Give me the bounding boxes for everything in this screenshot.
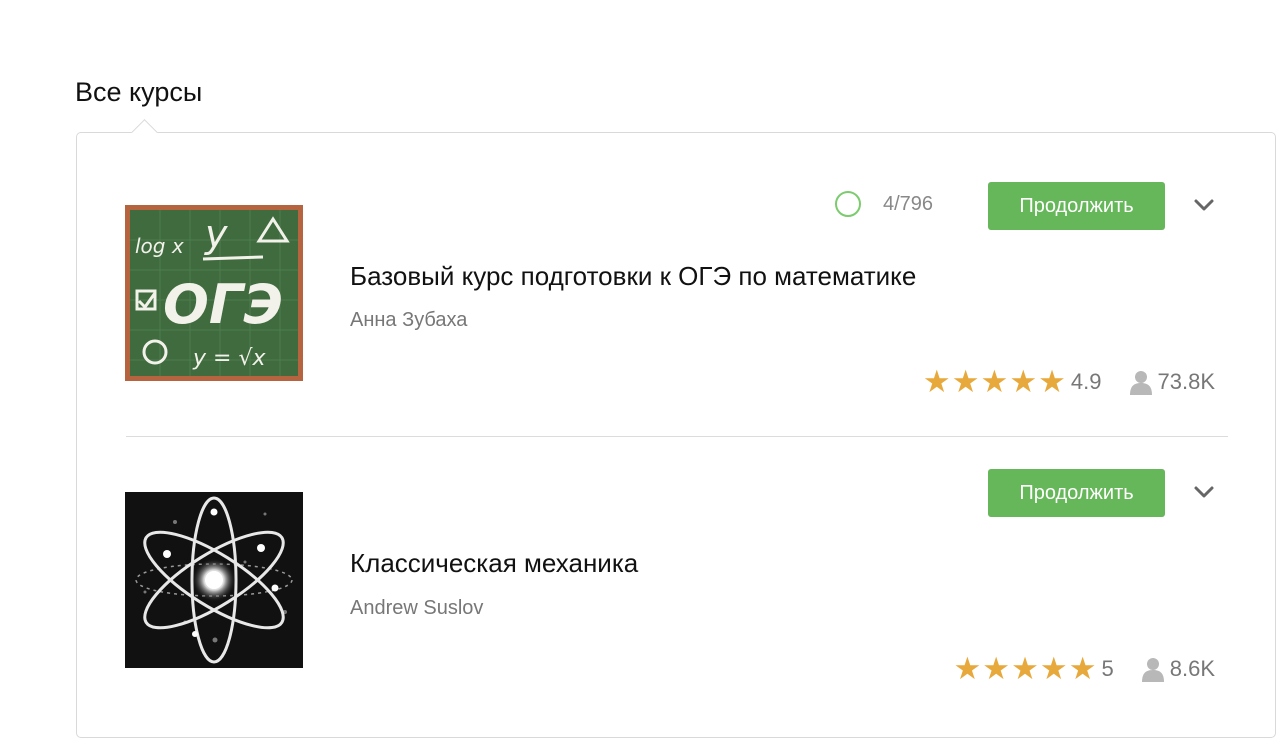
progress-count: 4/796: [883, 192, 934, 215]
course-stats: ★ ★ ★ ★ ★ 5 8.6K: [954, 653, 1216, 685]
rating-stars: ★ ★ ★ ★ ★: [923, 366, 1067, 398]
rating-value: 5: [1101, 656, 1114, 681]
chalkboard-icon: log x у ОГЭ у = √x: [125, 205, 303, 381]
star-icon: ★: [982, 651, 1011, 686]
atom-icon: [125, 492, 303, 668]
star-icon: ★: [1039, 651, 1068, 686]
thumbnail-text: у = √x: [192, 346, 266, 371]
star-icon: ★: [980, 364, 1009, 399]
star-icon: ★: [953, 651, 982, 686]
course-progress: 4/796: [835, 191, 933, 217]
person-icon: [1129, 371, 1152, 395]
star-icon: ★: [1068, 651, 1097, 686]
course-item: log x у ОГЭ у = √x 4/796 Продолжить Базо…: [77, 133, 1277, 436]
course-author[interactable]: Анна Зубаха: [350, 309, 467, 332]
progress-ring-icon: [835, 191, 861, 217]
star-icon: ★: [1011, 651, 1039, 686]
course-list-panel: log x у ОГЭ у = √x 4/796 Продолжить Базо…: [76, 132, 1276, 738]
thumbnail-text: у: [204, 212, 228, 256]
star-icon: ★: [1009, 364, 1038, 399]
learners-count: 73.8K: [1128, 369, 1216, 395]
course-thumbnail[interactable]: log x у ОГЭ у = √x: [125, 205, 303, 381]
thumbnail-text: log x: [135, 234, 184, 258]
continue-button[interactable]: Продолжить: [988, 182, 1165, 230]
course-title[interactable]: Базовый курс подготовки к ОГЭ по математ…: [350, 261, 916, 292]
expand-chevron-icon[interactable]: [1191, 479, 1217, 505]
learners-value: 8.6K: [1169, 656, 1215, 681]
star-icon: ★: [922, 364, 951, 399]
course-author[interactable]: Andrew Suslov: [350, 597, 483, 620]
rating-value: 4.9: [1070, 369, 1102, 394]
course-item: Продолжить Классическая механика Andrew …: [77, 436, 1277, 739]
star-icon: ★: [1038, 364, 1066, 399]
thumbnail-text: ОГЭ: [163, 273, 283, 336]
continue-button[interactable]: Продолжить: [988, 469, 1165, 517]
rating-stars: ★ ★ ★ ★ ★: [954, 653, 1098, 685]
course-stats: ★ ★ ★ ★ ★ 4.9 73.8K: [923, 366, 1215, 398]
page-title: Все курсы: [75, 77, 203, 107]
expand-chevron-icon[interactable]: [1191, 192, 1217, 218]
panel-notch: [131, 116, 159, 133]
learners-value: 73.8K: [1157, 369, 1216, 394]
learners-count: 8.6K: [1140, 656, 1215, 682]
course-thumbnail[interactable]: [125, 492, 303, 668]
course-title[interactable]: Классическая механика: [350, 548, 638, 579]
person-icon: [1141, 658, 1164, 682]
star-icon: ★: [951, 364, 980, 399]
